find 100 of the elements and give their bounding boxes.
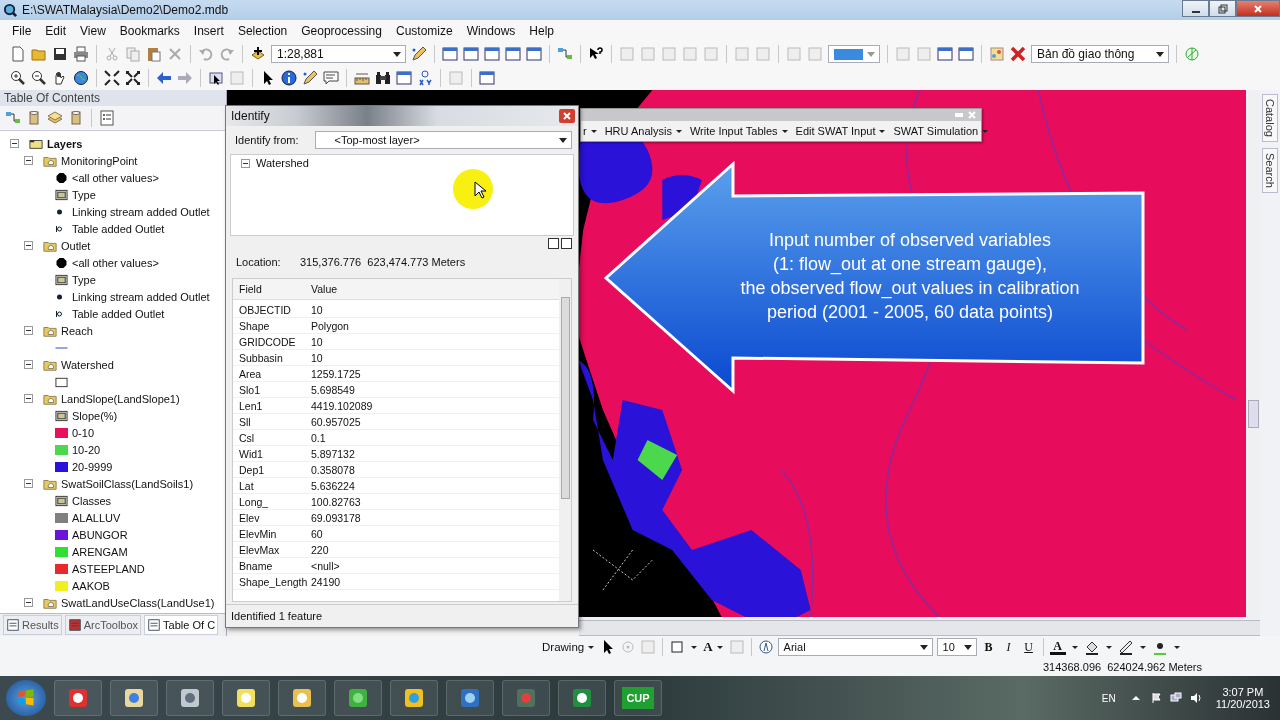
taskbar-app[interactable] bbox=[166, 680, 214, 716]
horizontal-scrollbar[interactable] bbox=[579, 620, 1260, 636]
window-icon[interactable] bbox=[479, 70, 495, 86]
tree-item[interactable]: LandSlope(LandSlope1) bbox=[61, 392, 180, 405]
window-icon[interactable] bbox=[937, 46, 953, 62]
tree-item[interactable]: Outlet bbox=[61, 239, 91, 252]
text-style-button[interactable]: B bbox=[980, 639, 997, 655]
line-color-icon[interactable] bbox=[1117, 639, 1134, 655]
speaker-icon[interactable] bbox=[1189, 692, 1202, 704]
menu-item[interactable]: View bbox=[74, 22, 112, 40]
taskbar-app[interactable] bbox=[110, 680, 158, 716]
expander-icon[interactable] bbox=[24, 394, 33, 403]
save-icon[interactable] bbox=[52, 46, 68, 62]
menu-item[interactable]: Geoprocessing bbox=[295, 22, 388, 40]
globe-icon[interactable] bbox=[73, 70, 89, 86]
pencil-icon[interactable] bbox=[302, 70, 318, 86]
tree-item[interactable]: Watershed bbox=[61, 358, 114, 371]
column-header[interactable]: Value bbox=[311, 283, 559, 295]
dock-tab[interactable]: Search bbox=[1262, 147, 1278, 193]
tree-item[interactable]: MonitoringPoint bbox=[61, 154, 138, 167]
taskbar-app[interactable] bbox=[222, 680, 270, 716]
font-color-button[interactable]: A bbox=[1049, 639, 1066, 655]
tree-item[interactable]: Reach bbox=[61, 324, 93, 337]
taskbar-app[interactable] bbox=[446, 680, 494, 716]
zoom-out-icon[interactable] bbox=[31, 70, 47, 86]
database-icon[interactable] bbox=[68, 110, 84, 126]
printer-icon[interactable] bbox=[73, 46, 89, 62]
window-icon[interactable] bbox=[442, 46, 458, 62]
expander-icon[interactable] bbox=[24, 326, 33, 335]
tree-item[interactable]: SwatSoilClass(LandSoils1) bbox=[61, 477, 194, 490]
identify-from-dropdown[interactable]: <Top-most layer> bbox=[314, 131, 572, 149]
font-icon[interactable] bbox=[757, 639, 774, 655]
drawing-menu[interactable]: Drawing bbox=[542, 641, 597, 653]
menu-item[interactable]: Selection bbox=[231, 22, 294, 40]
menu-item[interactable]: Edit bbox=[39, 22, 73, 40]
menu-item[interactable]: Insert bbox=[187, 22, 230, 40]
toolbar-menu[interactable]: r bbox=[583, 125, 599, 137]
expander-icon[interactable] bbox=[24, 360, 33, 369]
font-size-dropdown[interactable]: 10 bbox=[936, 638, 977, 656]
expander-icon[interactable] bbox=[24, 598, 33, 607]
clock-time[interactable]: 3:07 PM bbox=[1222, 686, 1264, 698]
layer-stack-icon[interactable] bbox=[47, 110, 63, 126]
close-button[interactable] bbox=[1236, 0, 1280, 17]
map-layer-dropdown[interactable]: Bản đồ giao thông bbox=[1031, 45, 1169, 63]
window-icon[interactable] bbox=[505, 46, 521, 62]
shrink-arrows-icon[interactable] bbox=[104, 70, 120, 86]
panel-tab[interactable]: Results bbox=[3, 615, 62, 635]
tree-icon[interactable] bbox=[557, 46, 573, 62]
style-dropdown[interactable] bbox=[828, 45, 880, 63]
taskbar-app[interactable] bbox=[390, 680, 438, 716]
window-icon[interactable] bbox=[526, 46, 542, 62]
pencil-icon[interactable] bbox=[411, 46, 427, 62]
restore-button[interactable] bbox=[1209, 0, 1236, 17]
tree-icon[interactable] bbox=[5, 110, 21, 126]
text-tool-button[interactable]: A bbox=[703, 639, 725, 655]
paint-bucket-icon[interactable] bbox=[1083, 639, 1100, 655]
rectangle-tool-icon[interactable] bbox=[669, 639, 686, 655]
expander-icon[interactable] bbox=[24, 241, 33, 250]
new-document-icon[interactable] bbox=[10, 46, 26, 62]
clipboard-icon[interactable] bbox=[146, 46, 162, 62]
window-icon[interactable] bbox=[484, 46, 500, 62]
dock-tab[interactable]: Catalog bbox=[1262, 94, 1278, 142]
toolbar-menu[interactable]: SWAT Simulation bbox=[893, 125, 991, 137]
start-button[interactable] bbox=[6, 680, 46, 716]
taskbar-app[interactable] bbox=[334, 680, 382, 716]
info-icon[interactable] bbox=[281, 70, 297, 86]
remove-icon[interactable] bbox=[1010, 46, 1026, 62]
window-icon[interactable] bbox=[463, 46, 479, 62]
zoom-in-icon[interactable] bbox=[10, 70, 26, 86]
toolbar-menu[interactable]: Write Input Tables bbox=[689, 125, 790, 137]
open-folder-icon[interactable] bbox=[31, 46, 47, 62]
tree-item[interactable]: Watershed bbox=[256, 157, 309, 169]
text-style-button[interactable]: I bbox=[1000, 639, 1017, 655]
expander-icon[interactable] bbox=[24, 156, 33, 165]
expand-arrows-icon[interactable] bbox=[125, 70, 141, 86]
panel-tab[interactable]: ArcToolbox bbox=[64, 615, 142, 635]
ruler-icon[interactable] bbox=[354, 70, 370, 86]
window-icon[interactable] bbox=[396, 70, 412, 86]
select-features-icon[interactable] bbox=[208, 70, 224, 86]
clock-date[interactable]: 11/20/2013 bbox=[1215, 698, 1270, 710]
menu-item[interactable]: File bbox=[6, 22, 38, 40]
xy-locate-icon[interactable] bbox=[417, 70, 433, 86]
panel-tab[interactable]: Table Of C bbox=[144, 615, 219, 635]
vertical-scrollbar[interactable] bbox=[559, 279, 571, 601]
font-dropdown[interactable]: Arial bbox=[777, 638, 933, 656]
toolbar-menu[interactable]: Edit SWAT Input bbox=[795, 125, 888, 137]
text-style-button[interactable]: U bbox=[1020, 639, 1037, 655]
language-indicator[interactable]: EN bbox=[1101, 692, 1116, 704]
database-icon[interactable] bbox=[26, 110, 42, 126]
expander-icon[interactable] bbox=[24, 479, 33, 488]
menu-item[interactable]: Help bbox=[523, 22, 561, 40]
close-button[interactable] bbox=[559, 109, 575, 123]
speech-bubble-icon[interactable] bbox=[323, 70, 339, 86]
back-arrow-icon[interactable] bbox=[156, 70, 172, 86]
tree-item[interactable]: SwatLandUseClass(LandUse1) bbox=[61, 596, 215, 609]
add-data-icon[interactable] bbox=[250, 46, 266, 62]
taskbar-app[interactable] bbox=[558, 680, 606, 716]
menu-item[interactable]: Customize bbox=[389, 22, 459, 40]
menu-item[interactable]: Windows bbox=[460, 22, 522, 40]
expander-icon[interactable] bbox=[10, 139, 19, 148]
